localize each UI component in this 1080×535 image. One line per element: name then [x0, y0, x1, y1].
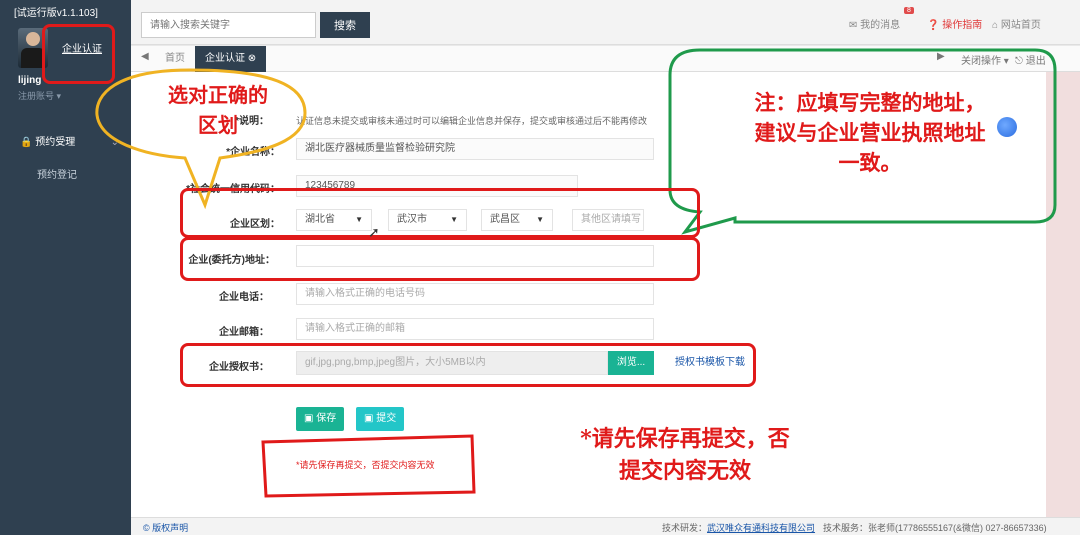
tech-company-link[interactable]: 武汉唯众有通科技有限公司 — [707, 523, 815, 533]
red-note-line: *请先保存再提交，否 — [580, 426, 790, 452]
yellow-bubble-text: 选对正确的 区划 — [138, 80, 298, 140]
service-contact: 技术服务：张老师(17786555167(&微信) 027-86657336) — [823, 523, 1047, 533]
yellow-bubble-line: 区划 — [198, 113, 238, 137]
tech-label: 技术研发： — [662, 523, 708, 533]
green-bubble-text: 注：应填写完整的地址， 建议与企业营业执照地址 一致。 — [690, 88, 1050, 178]
green-bubble-line: 建议与企业营业执照地址 — [754, 120, 986, 145]
green-bubble-line: 一致。 — [838, 150, 902, 175]
footer: © 版权声明 技术研发：武汉唯众有通科技有限公司 技术服务：张老师(177865… — [131, 517, 1080, 535]
annotation-region-highlight — [180, 188, 700, 238]
annotation-address-highlight — [180, 237, 700, 281]
tech-credit: 技术研发：武汉唯众有通科技有限公司 — [662, 521, 815, 534]
red-note-text: *请先保存再提交，否 提交内容无效 — [530, 423, 840, 487]
yellow-bubble-line: 选对正确的 — [168, 83, 268, 107]
cursor-highlight — [997, 117, 1017, 137]
mouse-cursor-icon: ➚ — [368, 224, 380, 240]
red-note-line: 提交内容无效 — [618, 458, 751, 484]
copyright-icon: © — [143, 523, 150, 533]
copyright-label: 版权声明 — [152, 523, 189, 533]
copyright-link[interactable]: © 版权声明 — [143, 521, 188, 534]
red-note-outline — [261, 434, 476, 498]
green-bubble-line: 注：应填写完整的地址， — [754, 90, 986, 115]
annotation-auth-highlight — [180, 343, 756, 387]
